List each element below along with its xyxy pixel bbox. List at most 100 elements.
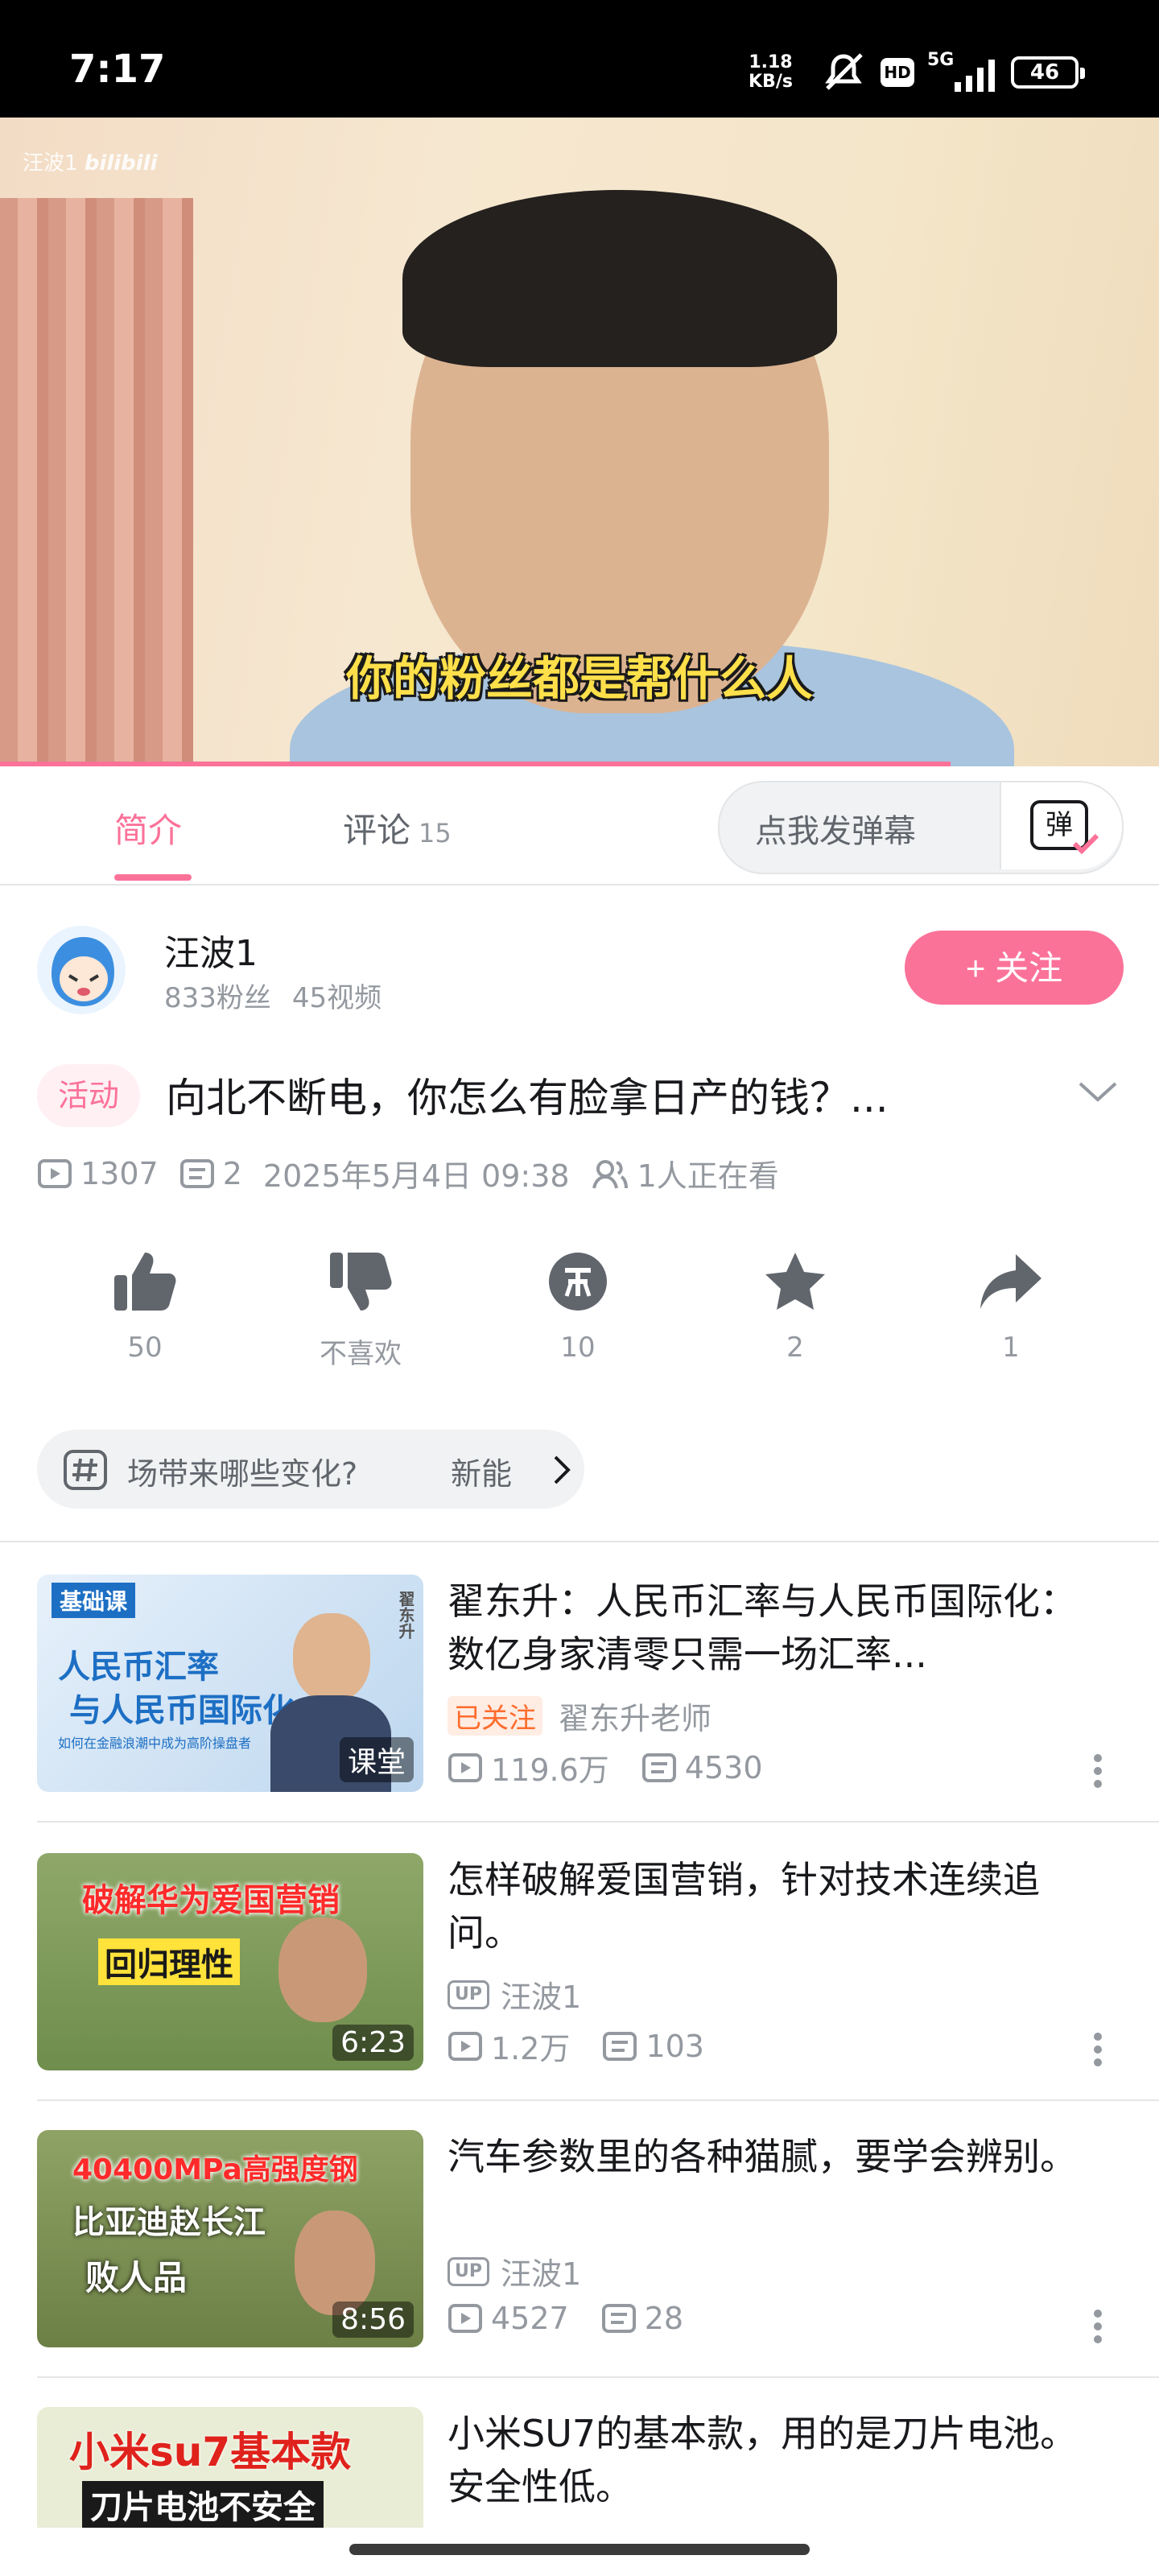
danmaku-count: 28	[644, 2301, 684, 2336]
more-options-icon[interactable]	[1091, 2309, 1104, 2344]
share-count: 1	[1002, 1331, 1020, 1364]
like-count: 50	[127, 1331, 163, 1364]
action-row: 50 不喜欢 10 2 1	[0, 1249, 1159, 1394]
thumbnail-caption-line2: 比亚迪赵长江	[72, 2204, 266, 2241]
thumbnail-caption-line1: 人民币汇率	[58, 1649, 219, 1686]
list-divider	[37, 2099, 1159, 2101]
danmaku-count-icon	[179, 1158, 214, 1188]
video-duration: 8:56	[332, 2301, 414, 2338]
related-video[interactable]: 小米su7基本款 刀片电池不安全 小米SU7的基本款，用的是刀片电池。安全性低。	[0, 2407, 1159, 2528]
related-video-title[interactable]: 小米SU7的基本款，用的是刀片电池。安全性低。	[448, 2407, 1091, 2513]
related-video-uploader: UP 汪波1	[448, 1972, 581, 2017]
video-duration: 6:23	[332, 2025, 414, 2061]
uploader-stats: 833粉丝 45视频	[164, 976, 402, 1015]
related-video[interactable]: 40400MPa高强度钢 比亚迪赵长江 败人品 8:56 汽车参数里的各种猫腻，…	[0, 2130, 1159, 2372]
follow-button[interactable]: + 关注	[905, 931, 1124, 1005]
home-indicator[interactable]	[349, 2544, 810, 2555]
favorite-count: 2	[786, 1331, 804, 1364]
list-divider	[37, 2376, 1159, 2378]
dislike-button[interactable]: 不喜欢	[280, 1249, 441, 1371]
signal-icon	[955, 60, 995, 92]
hashtag-text-2: 新能	[451, 1456, 513, 1492]
danmaku-count-icon	[641, 1752, 676, 1782]
activity-tag[interactable]: 活动	[37, 1064, 141, 1127]
thumbnail-caption-line2: 回归理性	[98, 1938, 240, 1985]
danmaku-count: 4530	[684, 1749, 763, 1785]
up-badge: UP	[448, 2256, 489, 2286]
battery-indicator: 46	[1011, 56, 1085, 89]
danmaku-toggle-button[interactable]: 弹	[1000, 782, 1122, 869]
danmaku-input[interactable]: 点我发弹幕 弹	[718, 781, 1124, 874]
star-icon	[765, 1253, 825, 1310]
followed-badge: 已关注	[448, 1696, 542, 1736]
danmaku-count: 2	[222, 1155, 242, 1191]
video-frame-person-hair	[402, 190, 837, 367]
video-thumbnail[interactable]: 小米su7基本款 刀片电池不安全	[37, 2407, 423, 2528]
thumbnail-caption-line3: 败人品	[85, 2258, 188, 2297]
video-thumbnail[interactable]: 40400MPa高强度钢 比亚迪赵长江 败人品 8:56	[37, 2130, 423, 2347]
speed-unit: KB/s	[749, 72, 793, 92]
speed-value: 1.18	[749, 52, 793, 72]
thumbnail-caption-line3: 如何在金融浪潮中成为高阶操盘者	[58, 1736, 252, 1751]
hashtag-text: 场带来哪些变化?	[127, 1456, 358, 1492]
hashtag-pill[interactable]: 场带来哪些变化? 新能	[37, 1430, 584, 1509]
related-video-title[interactable]: 汽车参数里的各种猫腻，要学会辨别。	[448, 2130, 1091, 2236]
video-duration: 课堂	[339, 1737, 414, 1782]
section-divider	[0, 1541, 1159, 1542]
status-bar: 7:17 1.18 KB/s HD 5G 46	[0, 0, 1159, 118]
related-video-stats: 4527 28	[448, 2301, 716, 2336]
related-video-stats: 119.6万 4530	[448, 1745, 795, 1790]
avatar[interactable]	[37, 926, 126, 1014]
related-video-title[interactable]: 翟东升：人民币汇率与人民币国际化：数亿身家清零只需一场汇率...	[448, 1575, 1091, 1681]
video-player[interactable]: 汪波1 bilibili 你的粉丝都是帮什么人	[0, 118, 1159, 766]
video-thumbnail[interactable]: 基础课 人民币汇率 与人民币国际化 如何在金融浪潮中成为高阶操盘者 翟东升 课堂	[37, 1575, 423, 1792]
chevron-down-icon[interactable]	[1075, 1075, 1120, 1108]
coin-icon	[549, 1253, 607, 1311]
more-options-icon[interactable]	[1091, 2032, 1104, 2067]
video-meta: 1307 2 2025年5月4日 09:38 1人正在看	[37, 1151, 800, 1195]
dislike-label: 不喜欢	[320, 1338, 402, 1370]
related-video-title[interactable]: 怎样破解爱国营销，针对技术连续追问。	[448, 1853, 1091, 1959]
thumb-up-icon	[114, 1253, 176, 1311]
uploader-name[interactable]: 汪波1	[164, 924, 258, 976]
up-badge: UP	[448, 1979, 489, 2009]
view-count: 1.2万	[491, 2031, 571, 2066]
share-icon	[980, 1254, 1041, 1309]
network-speed: 1.18 KB/s	[749, 53, 793, 92]
thumbnail-person	[293, 1613, 370, 1702]
thumbnail-person	[295, 2211, 375, 2315]
danmaku-count-icon	[603, 2031, 637, 2061]
watching-now: 1人正在看	[637, 1158, 779, 1194]
thumbnail-caption-line2: 刀片电池不安全	[82, 2481, 324, 2528]
tab-bar: 简介 评论 15 点我发弹幕 弹	[0, 766, 1159, 886]
share-button[interactable]: 1	[930, 1249, 1091, 1364]
thumbnail-caption-line1: 破解华为爱国营销	[82, 1882, 340, 1919]
video-watermark: 汪波1 bilibili	[23, 151, 158, 175]
more-options-icon[interactable]	[1091, 1753, 1104, 1789]
watching-icon	[592, 1159, 628, 1188]
favorite-button[interactable]: 2	[715, 1249, 876, 1364]
play-count-icon	[38, 1158, 72, 1188]
view-count: 119.6万	[491, 1752, 609, 1788]
video-subtitle: 你的粉丝都是帮什么人	[345, 651, 813, 706]
coin-button[interactable]: 10	[497, 1249, 658, 1364]
thumbnail-caption-line1: 小米su7基本款	[69, 2429, 352, 2475]
thumbnail-name: 翟东升	[396, 1591, 415, 1639]
tab-comments[interactable]: 评论 15	[343, 803, 452, 852]
video-thumbnail[interactable]: 破解华为爱国营销 回归理性 6:23	[37, 1853, 423, 2070]
tab-intro[interactable]: 简介	[114, 803, 182, 852]
related-video-uploader: 已关注 翟东升老师	[448, 1694, 711, 1738]
related-video[interactable]: 基础课 人民币汇率 与人民币国际化 如何在金融浪潮中成为高阶操盘者 翟东升 课堂…	[0, 1575, 1159, 1816]
view-count: 1307	[80, 1155, 159, 1191]
danmaku-placeholder: 点我发弹幕	[755, 813, 916, 850]
hd-icon: HD	[881, 58, 914, 87]
chevron-right-icon	[554, 1455, 571, 1484]
fans-count: 833粉丝	[164, 982, 271, 1014]
comments-count: 15	[419, 818, 452, 848]
like-button[interactable]: 50	[64, 1249, 225, 1364]
view-count: 4527	[491, 2301, 569, 2336]
thumbnail-person	[278, 1918, 367, 2022]
publish-date: 2025年5月4日 09:38	[262, 1158, 570, 1194]
play-count-icon	[448, 2304, 482, 2333]
related-video[interactable]: 破解华为爱国营销 回归理性 6:23 怎样破解爱国营销，针对技术连续追问。 UP…	[0, 1853, 1159, 2095]
